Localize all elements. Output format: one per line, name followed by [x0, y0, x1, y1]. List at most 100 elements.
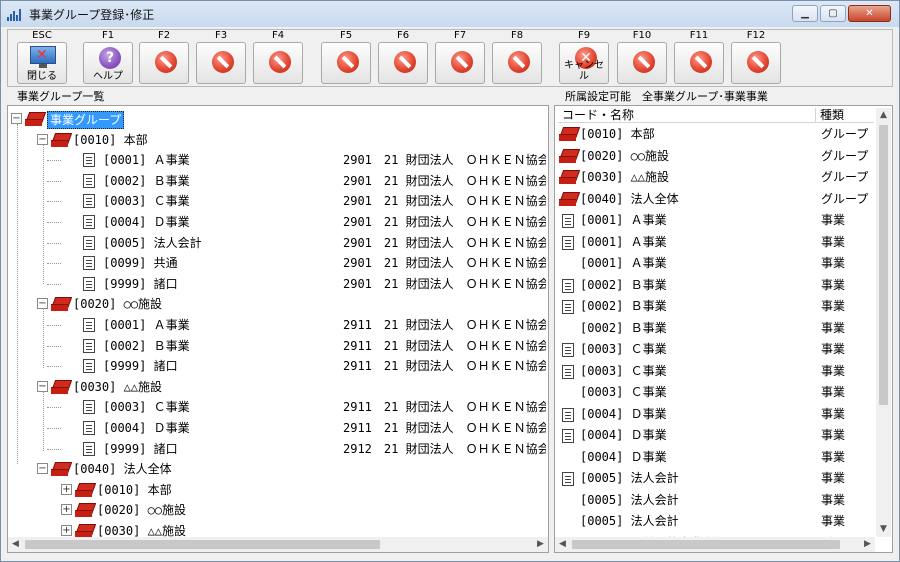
fkey-label: F10 [632, 30, 652, 41]
function-key-toolbar: ESC ✕ 閉じる F1? ヘルプ F2 F3 F4 F5 F6 F7 F8 F9 ✕ キャンセル F10 F1… [7, 29, 893, 87]
tree-node-info: 2911 21 財団法人 ＯＨＫＥＮ協会 [343, 421, 546, 435]
tree-node-group[interactable]: − [0010] 本部 [11, 130, 546, 150]
f11-button[interactable] [674, 42, 724, 84]
list-row[interactable]: [0001] Ａ事業 事業 [558, 210, 874, 231]
window-title: 事業グループ登録･修正 [29, 7, 155, 22]
list-row[interactable]: [0001] Ａ事業 事業 [558, 253, 874, 274]
column-divider[interactable] [815, 108, 816, 123]
list-row[interactable]: [0003] Ｃ事業 事業 [558, 382, 874, 403]
list-row[interactable]: [0002] Ｂ事業 事業 [558, 275, 874, 296]
fkey-label: F9 [577, 30, 591, 41]
tree-node-item[interactable]: [0005] 法人会計 2901 21 財団法人 ＯＨＫＥＮ協会 [11, 233, 546, 253]
fkey-label: F6 [396, 30, 410, 41]
list-row-name: [0004] Ｄ事業 [580, 449, 667, 464]
tree-node-group[interactable]: − [0030] △△施設 [11, 377, 546, 397]
list-row[interactable]: [0040] 法人全体 グループ [558, 189, 874, 210]
column-header-kind[interactable]: 種類 [820, 108, 844, 122]
list-row[interactable]: [0030] △△施設 グループ [558, 167, 874, 188]
document-icon [83, 400, 95, 414]
fkey-label: F12 [746, 30, 766, 41]
list-row[interactable]: [0002] Ｂ事業 事業 [558, 318, 874, 339]
group-tree[interactable]: − 事業グループ − [0010] 本部 [0001] Ａ事業 2901 21 財団法人 … [11, 109, 546, 539]
scroll-left-icon[interactable]: ◀ [8, 537, 23, 552]
list-scroll-thumb[interactable] [879, 125, 888, 405]
tree-node-item[interactable]: [0003] Ｃ事業 2911 21 財団法人 ＯＨＫＥＮ協会 [11, 397, 546, 417]
tree-node-item[interactable]: [0099] 共通 2901 21 財団法人 ＯＨＫＥＮ協会 [11, 253, 546, 273]
tree-node-group[interactable]: + [0020] ○○施設 [11, 500, 546, 520]
list-row-kind: グループ [821, 148, 869, 163]
tree-node-info: 2901 21 財団法人 ＯＨＫＥＮ協会 [343, 215, 546, 229]
expand-icon[interactable]: + [61, 504, 72, 515]
list-row[interactable]: [0010] 本部 グループ [558, 124, 874, 145]
tree-node-item[interactable]: [9999] 諸口 2911 21 財団法人 ＯＨＫＥＮ協会 [11, 356, 546, 376]
list-row[interactable]: [0004] Ｄ事業 事業 [558, 404, 874, 425]
tree-node-label: [0004] Ｄ事業 [103, 421, 190, 435]
tree-node-item[interactable]: [9999] 諸口 2912 21 財団法人 ＯＨＫＥＮ協会 [11, 439, 546, 459]
tree-node-label: [0001] Ａ事業 [103, 318, 190, 332]
f4-button[interactable] [253, 42, 303, 84]
collapse-icon[interactable]: − [37, 463, 48, 474]
list-row[interactable]: [0004] Ｄ事業 事業 [558, 447, 874, 468]
fkey-f2: F2 [138, 30, 190, 86]
document-icon [562, 407, 574, 422]
tree-node-item[interactable]: [0004] Ｄ事業 2911 21 財団法人 ＯＨＫＥＮ協会 [11, 418, 546, 438]
tree-node-item[interactable]: [0002] Ｂ事業 2911 21 財団法人 ＯＨＫＥＮ協会 [11, 336, 546, 356]
tree-node-item[interactable]: [0003] Ｃ事業 2901 21 財団法人 ＯＨＫＥＮ協会 [11, 191, 546, 211]
list-row[interactable]: [0003] Ｃ事業 事業 [558, 339, 874, 360]
tree-node-info: 2911 21 財団法人 ＯＨＫＥＮ協会 [343, 318, 546, 332]
f3-button[interactable] [196, 42, 246, 84]
tree-node-item[interactable]: [0004] Ｄ事業 2901 21 財団法人 ＯＨＫＥＮ協会 [11, 212, 546, 232]
list-scroll-left-icon[interactable]: ◀ [555, 537, 570, 552]
list-row-name: [0002] Ｂ事業 [580, 299, 667, 313]
list-row[interactable]: [0002] Ｂ事業 事業 [558, 296, 874, 317]
tree-node-group[interactable]: + [0010] 本部 [11, 480, 546, 500]
minimize-button[interactable]: ▁ [792, 5, 818, 22]
list-row[interactable]: [0005] 法人会計 事業 [558, 468, 874, 489]
esc-button[interactable]: ✕ 閉じる [17, 42, 67, 84]
scroll-down-icon[interactable]: ▼ [876, 522, 891, 537]
column-header-name[interactable]: コード・名称 [562, 108, 634, 122]
scroll-right-icon[interactable]: ▶ [533, 537, 548, 552]
f2-button[interactable] [139, 42, 189, 84]
scroll-up-icon[interactable]: ▲ [876, 108, 891, 123]
maximize-button[interactable]: ▢ [820, 5, 846, 22]
tree-node-label: [0010] 本部 [73, 133, 148, 147]
right-pane-header: 所属設定可能 全事業グループ･事業事業 [557, 90, 893, 106]
tree-node-group[interactable]: − [0020] ○○施設 [11, 294, 546, 314]
tree-node-label: [0003] Ｃ事業 [103, 194, 190, 208]
f12-button[interactable] [731, 42, 781, 84]
f10-button[interactable] [617, 42, 667, 84]
disabled-icon [212, 51, 234, 73]
scroll-thumb[interactable] [25, 540, 380, 549]
tree-node-item[interactable]: [9999] 諸口 2901 21 財団法人 ＯＨＫＥＮ協会 [11, 274, 546, 294]
collapse-icon[interactable]: − [11, 113, 22, 124]
list-horizontal-scrollbar[interactable]: ◀ ▶ [555, 537, 875, 552]
list-row[interactable]: [0004] Ｄ事業 事業 [558, 425, 874, 446]
f7-button[interactable] [435, 42, 485, 84]
list-row[interactable]: [0020] ○○施設 グループ [558, 146, 874, 167]
tree-node-item[interactable]: [0001] Ａ事業 2901 21 財団法人 ＯＨＫＥＮ協会 [11, 150, 546, 170]
tree-horizontal-scrollbar[interactable]: ◀ ▶ [8, 537, 548, 552]
list-hscroll-thumb[interactable] [572, 540, 840, 549]
f6-button[interactable] [378, 42, 428, 84]
list-scroll-right-icon[interactable]: ▶ [860, 537, 875, 552]
tree-node-item[interactable]: [0001] Ａ事業 2911 21 財団法人 ＯＨＫＥＮ協会 [11, 315, 546, 335]
f9-button[interactable]: ✕ キャンセル [559, 42, 609, 84]
expand-icon[interactable]: + [61, 484, 72, 495]
list-row[interactable]: [0003] Ｃ事業 事業 [558, 361, 874, 382]
tree-node-group[interactable]: − 事業グループ [11, 109, 546, 129]
list-vertical-scrollbar[interactable]: ▲ ▼ [876, 108, 891, 537]
close-window-button[interactable]: ✕ [848, 5, 891, 22]
f5-button[interactable] [321, 42, 371, 84]
list-row[interactable]: [0005] 法人会計 事業 [558, 490, 874, 511]
f1-button[interactable]: ? ヘルプ [83, 42, 133, 84]
f8-button[interactable] [492, 42, 542, 84]
tree-node-item[interactable]: [0002] Ｂ事業 2901 21 財団法人 ＯＨＫＥＮ協会 [11, 171, 546, 191]
list-row[interactable]: [0005] 法人会計 事業 [558, 511, 874, 532]
list-row-kind: 事業 [821, 320, 846, 335]
tree-node-group[interactable]: − [0040] 法人全体 [11, 459, 546, 479]
tree-node-label: [0002] Ｂ事業 [103, 174, 190, 188]
list-row[interactable]: [0001] Ａ事業 事業 [558, 232, 874, 253]
expand-icon[interactable]: + [61, 525, 72, 536]
fkey-f6: F6 [377, 30, 429, 86]
